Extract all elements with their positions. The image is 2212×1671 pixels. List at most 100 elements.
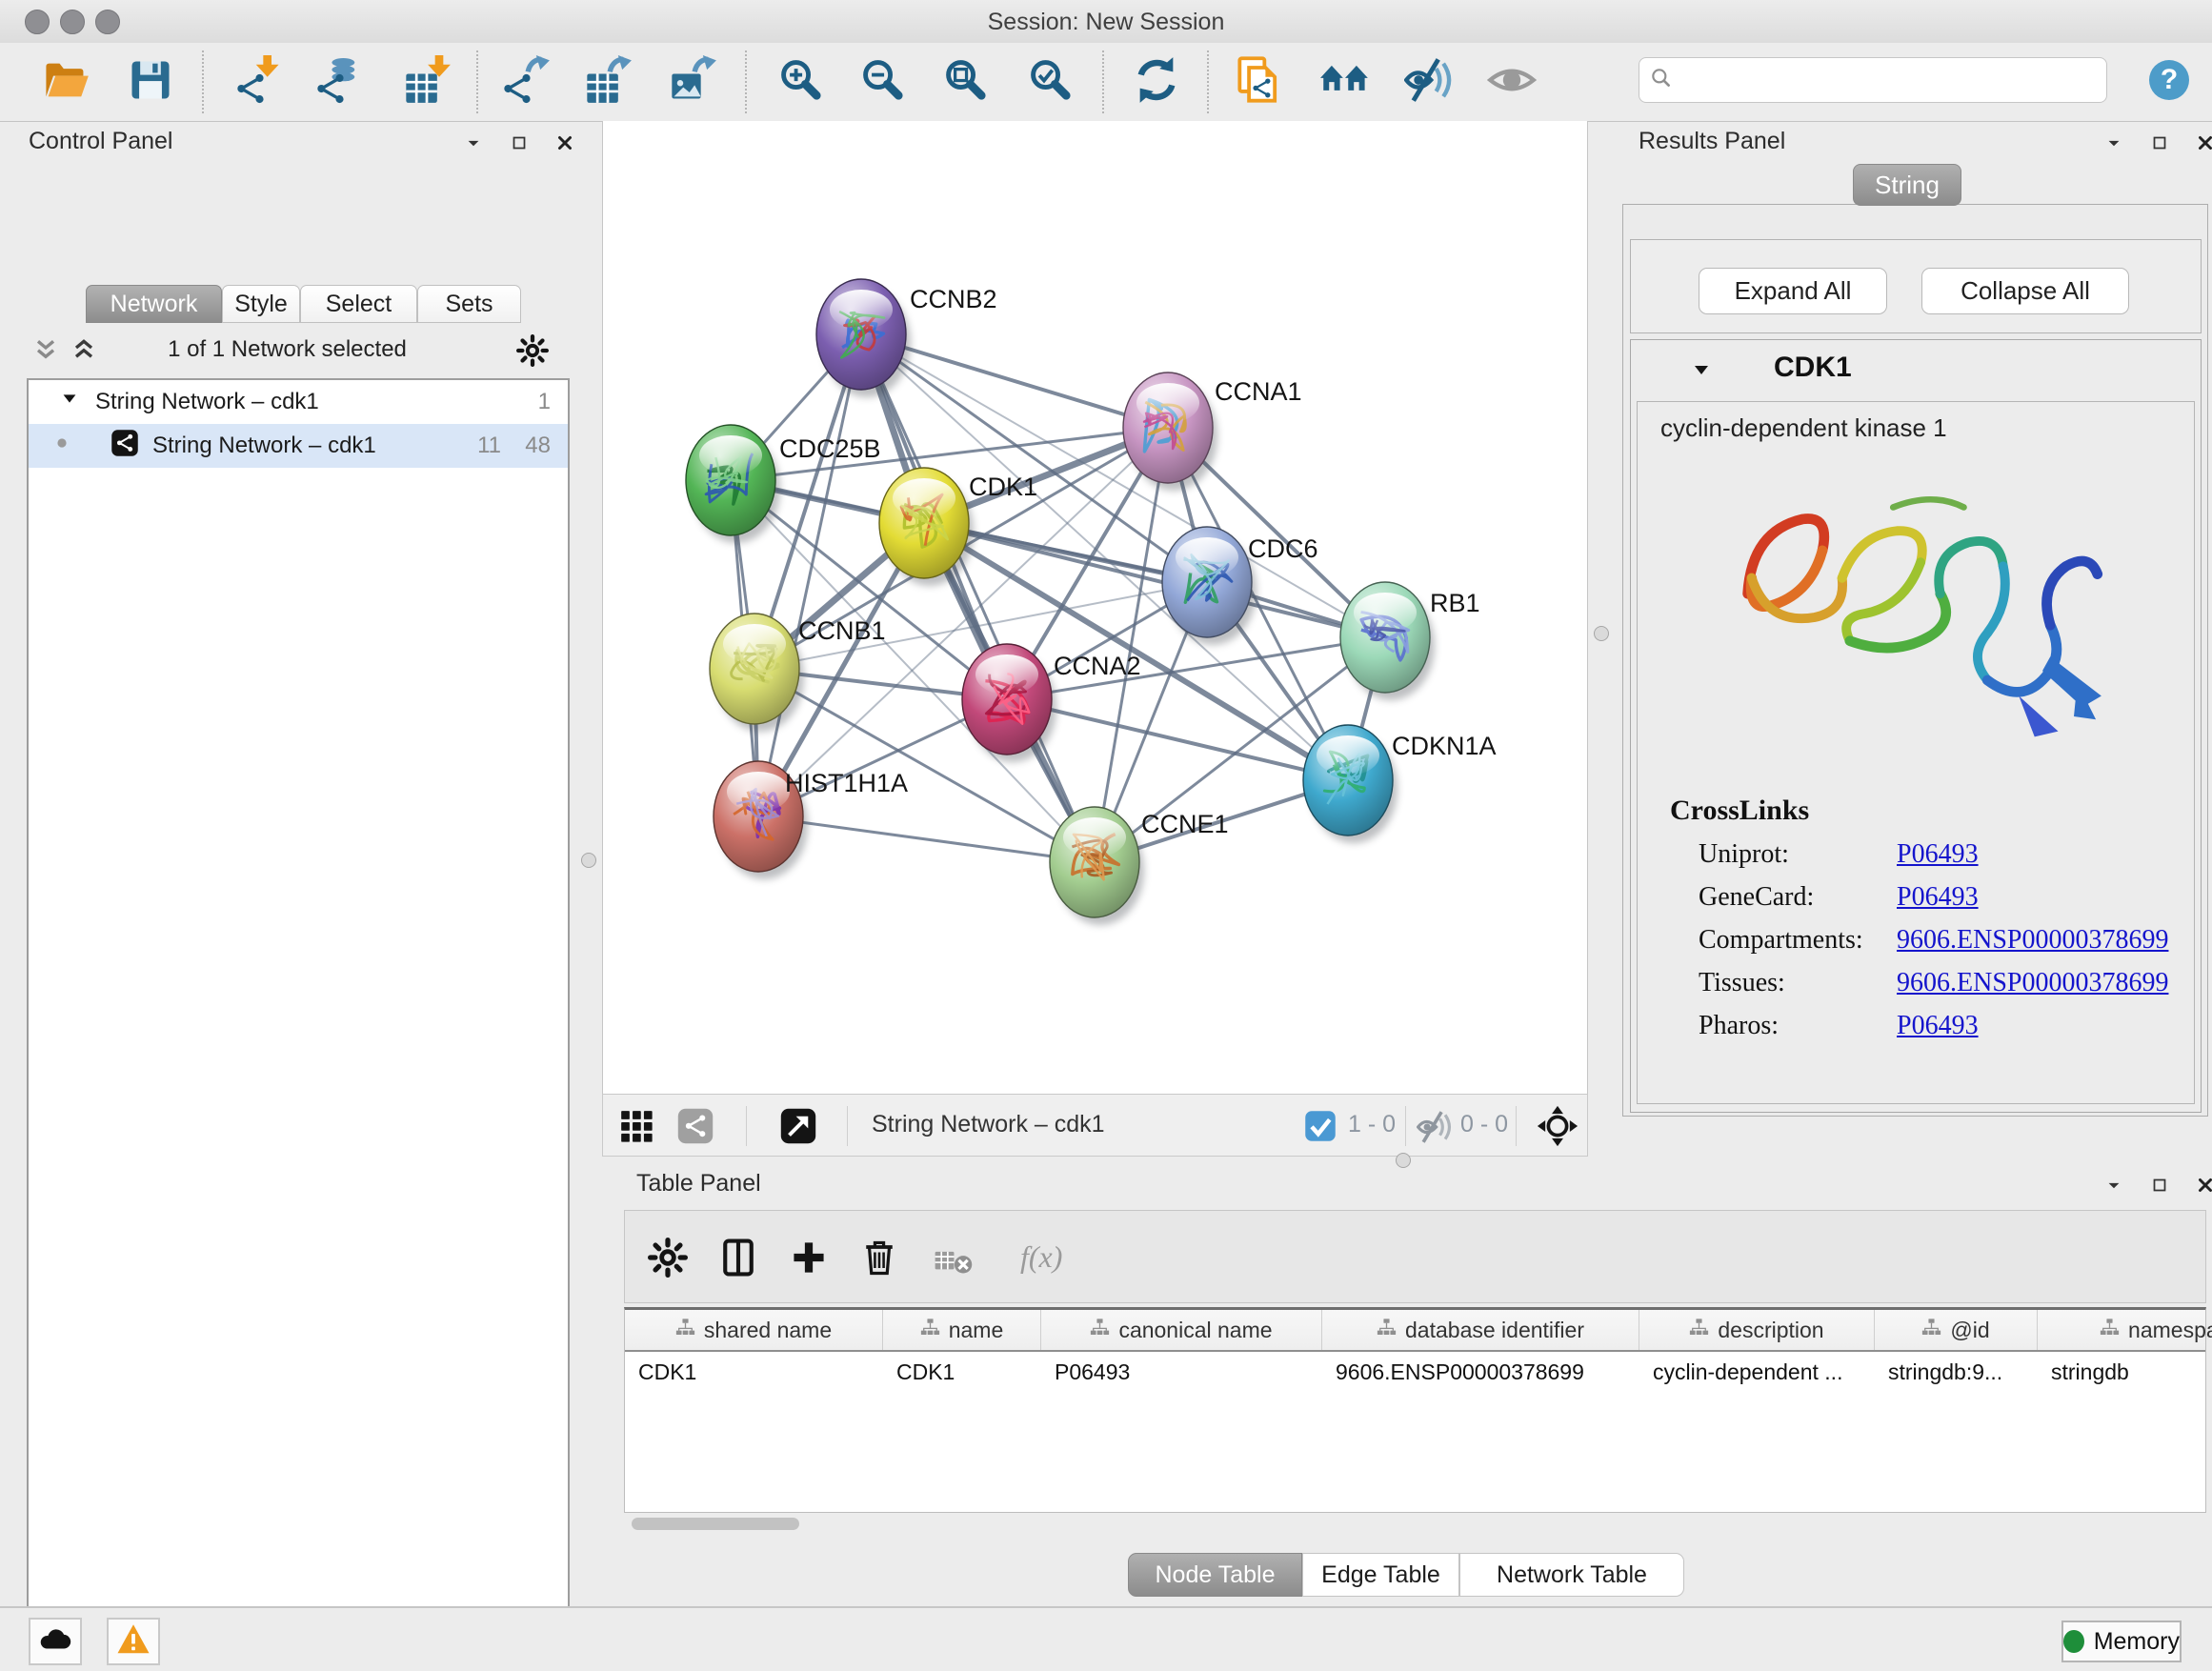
memory-button[interactable]: Memory (2061, 1621, 2182, 1662)
fit-selected-target-icon[interactable] (1537, 1105, 1579, 1152)
entry-expand-icon[interactable] (1690, 359, 1713, 387)
network-node-CDK1[interactable] (879, 468, 974, 586)
close-panel-icon[interactable] (2189, 127, 2212, 159)
network-options-gear-icon[interactable] (516, 334, 549, 372)
entry-gene-name: CDK1 (1774, 352, 1852, 384)
import-network-from-file-icon (234, 55, 284, 110)
search-field[interactable] (1639, 57, 2107, 103)
column-type-icon (1090, 1318, 1110, 1343)
column-type-icon (675, 1318, 695, 1343)
selected-items-checkbox-icon[interactable] (1303, 1109, 1337, 1148)
apply-preferred-layout-button[interactable] (1129, 54, 1184, 110)
network-canvas[interactable]: CCNB2CCNA1CDC25BCDK1CDC6RB1CCNB1CCNA2CDK… (602, 121, 1588, 1094)
tab-select[interactable]: Select (300, 285, 417, 323)
column-header--id[interactable]: @id (1875, 1310, 2038, 1350)
tab-network[interactable]: Network (86, 285, 222, 323)
warnings-button[interactable] (107, 1618, 160, 1665)
maximize-panel-icon[interactable] (503, 127, 535, 159)
grid-view-icon[interactable] (618, 1108, 654, 1149)
network-node-CDC6[interactable] (1162, 527, 1257, 645)
network-node-CCNB2[interactable] (816, 279, 911, 397)
crosslink-row: Compartments: 9606.ENSP00000378699 (1699, 925, 2194, 956)
scrollbar-thumb[interactable] (632, 1518, 799, 1530)
network-node-CDKN1A[interactable] (1303, 725, 1398, 843)
close-panel-icon[interactable] (549, 127, 581, 159)
column-header-canonical-name[interactable]: canonical name (1041, 1310, 1322, 1350)
zoom-selected-region-button[interactable] (1023, 54, 1078, 110)
collapse-all-button[interactable]: Collapse All (1921, 268, 2129, 314)
crosslink-compartments-link[interactable]: 9606.ENSP00000378699 (1897, 925, 2168, 956)
crosslink-genecard-link[interactable]: P06493 (1897, 882, 1979, 913)
tab-style[interactable]: Style (222, 285, 300, 323)
tab-string[interactable]: String (1853, 164, 1961, 206)
export-table-button[interactable] (580, 54, 635, 110)
expand-all-button[interactable]: Expand All (1699, 268, 1887, 314)
column-type-icon (920, 1318, 940, 1343)
float-panel-icon[interactable] (2098, 127, 2130, 159)
network-list: String Network – cdk1 1 String Network –… (27, 378, 570, 1671)
network-row-selected[interactable]: String Network – cdk1 11 48 (29, 424, 568, 468)
network-node-CCNB1[interactable] (710, 614, 804, 732)
tab-node-table[interactable]: Node Table (1128, 1553, 1302, 1597)
zoom-out-button[interactable] (855, 54, 911, 110)
column-header-namespace[interactable]: namespace (2038, 1310, 2212, 1350)
collection-expand-icon[interactable] (59, 389, 80, 416)
network-collection-row[interactable]: String Network – cdk1 1 (29, 380, 568, 424)
right-splitter-handle[interactable] (1594, 626, 1609, 641)
crosslinks-heading: CrossLinks (1670, 795, 2194, 827)
table-row[interactable]: CDK1CDK1P064939606.ENSP00000378699cyclin… (625, 1352, 2205, 1392)
zoom-in-button[interactable] (774, 54, 829, 110)
birds-eye-view-icon[interactable] (780, 1108, 816, 1149)
column-header-description[interactable]: description (1639, 1310, 1875, 1350)
network-view-icon[interactable] (677, 1108, 714, 1149)
import-network-from-file-button[interactable] (231, 54, 287, 110)
network-edge[interactable] (758, 334, 861, 816)
cloud-tasks-button[interactable] (29, 1618, 82, 1665)
table-options-gear-icon[interactable] (642, 1232, 694, 1283)
node-label-CDK1: CDK1 (969, 473, 1037, 501)
hide-string-glyphs-button[interactable] (1401, 54, 1457, 110)
save-session-button[interactable] (123, 54, 178, 110)
left-splitter-handle[interactable] (581, 853, 596, 868)
string-home-button[interactable] (1317, 54, 1373, 110)
column-header-shared-name[interactable]: shared name (625, 1310, 883, 1350)
tab-network-table[interactable]: Network Table (1459, 1553, 1684, 1597)
column-header-name[interactable]: name (883, 1310, 1041, 1350)
show-columns-icon[interactable] (713, 1232, 764, 1283)
network-current-dot-icon (51, 433, 72, 460)
zoom-fit-content-button[interactable] (938, 54, 994, 110)
clone-network-button[interactable] (1233, 54, 1288, 110)
network-node-CCNA1[interactable] (1123, 372, 1217, 491)
search-input[interactable] (1681, 66, 2097, 94)
crosslink-row: Pharos: P06493 (1699, 1011, 2194, 1041)
tab-sets[interactable]: Sets (417, 285, 521, 323)
delete-column-icon[interactable] (854, 1232, 905, 1283)
maximize-panel-icon[interactable] (2143, 127, 2176, 159)
add-column-icon[interactable] (783, 1232, 835, 1283)
close-panel-icon[interactable] (2189, 1169, 2212, 1201)
network-node-CCNA2[interactable] (962, 644, 1056, 762)
network-edge[interactable] (758, 816, 1095, 862)
help-icon: ? (2146, 57, 2192, 108)
string-network-graph[interactable]: CCNB2CCNA1CDC25BCDK1CDC6RB1CCNB1CCNA2CDK… (603, 121, 1587, 1094)
float-panel-icon[interactable] (2098, 1169, 2130, 1201)
help-button[interactable]: ? (2142, 54, 2197, 110)
open-session-button[interactable] (38, 54, 93, 110)
entry-details: cyclin-dependent kinase 1 (1637, 401, 2195, 1104)
export-image-button[interactable] (665, 54, 720, 110)
float-panel-icon[interactable] (457, 127, 490, 159)
crosslink-uniprot-link[interactable]: P06493 (1897, 839, 1979, 870)
main-toolbar: ? (0, 43, 2212, 122)
import-table-from-file-button[interactable] (399, 54, 454, 110)
table-horizontal-scrollbar[interactable] (628, 1517, 2202, 1531)
import-network-from-database-button[interactable] (312, 54, 367, 110)
maximize-panel-icon[interactable] (2143, 1169, 2176, 1201)
crosslink-tissues-link[interactable]: 9606.ENSP00000378699 (1897, 968, 2168, 998)
column-header-database-identifier[interactable]: database identifier (1322, 1310, 1639, 1350)
network-node-RB1[interactable] (1340, 582, 1435, 700)
crosslink-pharos-link[interactable]: P06493 (1897, 1011, 1979, 1041)
network-node-CCNE1[interactable] (1050, 807, 1144, 925)
bottom-splitter-handle[interactable] (1396, 1153, 1411, 1168)
export-network-button[interactable] (498, 54, 553, 110)
tab-edge-table[interactable]: Edge Table (1302, 1553, 1459, 1597)
